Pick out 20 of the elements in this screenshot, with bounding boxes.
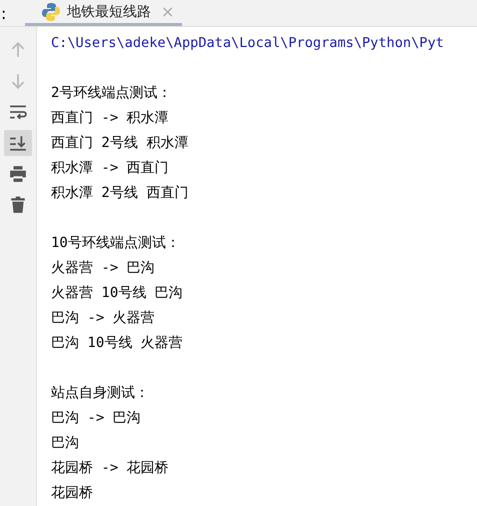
output-line: 积水潭 -> 西直门	[51, 159, 170, 178]
output-line: 火器营 -> 巴沟	[51, 259, 156, 278]
output-line: 花园桥	[51, 484, 94, 503]
output-line: 2号环线端点测试：	[51, 84, 172, 103]
command-line: C:\Users\adeke\AppData\Local\Programs\Python\Pyt	[51, 34, 444, 53]
output-line: 花园桥 -> 花园桥	[51, 459, 170, 478]
snake-logo-icon	[41, 2, 61, 22]
tab-strip-label: :	[0, 2, 8, 24]
output-line: 巴沟	[51, 434, 80, 453]
output-line: 巴沟 10号线 火器营	[51, 334, 184, 353]
output-line: 西直门 -> 积水潭	[51, 109, 170, 128]
output-line: 火器营 10号线 巴沟	[51, 284, 184, 303]
output-line: 巴沟 -> 巴沟	[51, 409, 142, 428]
output-line: 10号环线端点测试：	[51, 234, 181, 253]
tab[interactable]: 地铁最短线路 ×	[25, 0, 182, 26]
scroll-end-icon[interactable]	[4, 130, 32, 156]
output-line: 站点自身测试：	[51, 384, 150, 403]
output-line: 西直门 2号线 积水潭	[51, 134, 190, 153]
output-line: 巴沟 -> 火器营	[51, 309, 156, 328]
output-line: 积水潭 2号线 西直门	[51, 184, 190, 203]
